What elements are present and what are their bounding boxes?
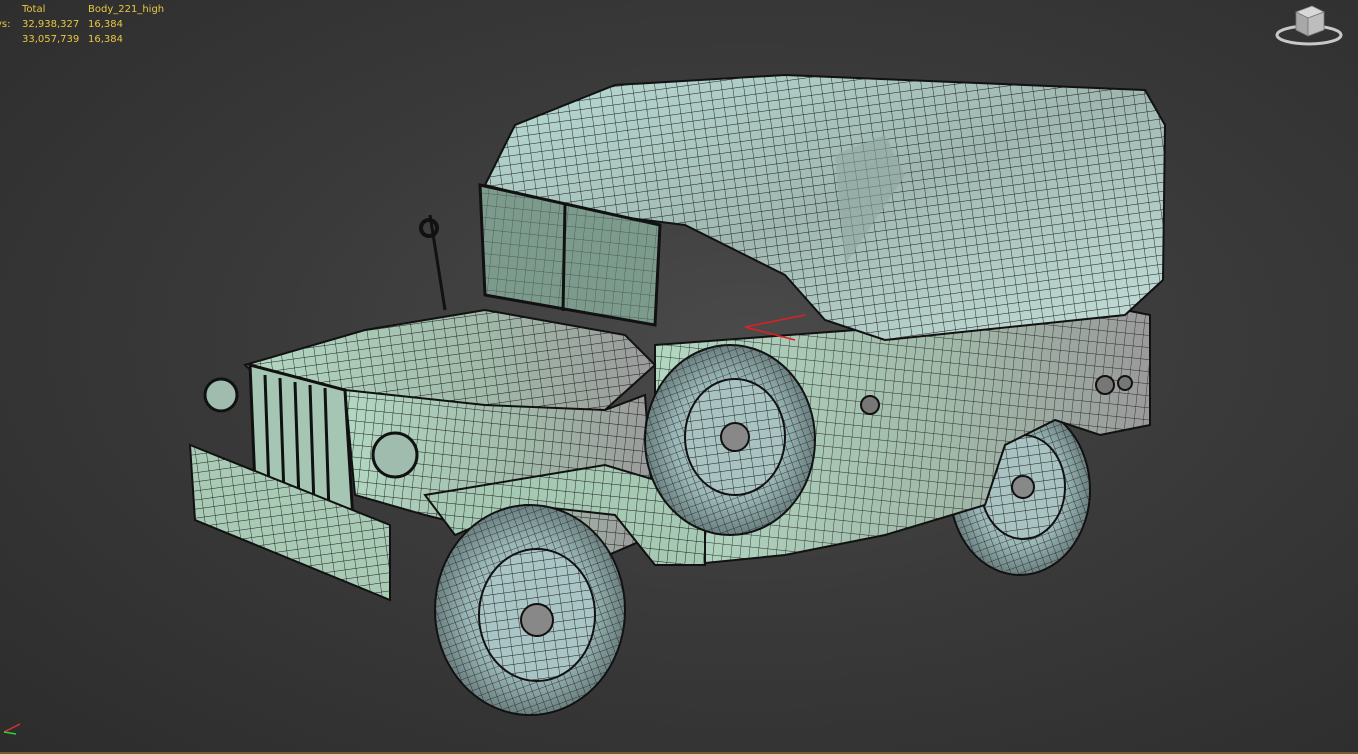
stats-total-value: 33,057,739 [22, 34, 80, 45]
stats-total-value: 32,938,327 [22, 19, 80, 30]
stats-header-total: Total [22, 4, 46, 15]
viewcube-icon[interactable] [1274, 2, 1344, 48]
truck-wireframe-model[interactable] [185, 65, 1170, 725]
stats-header-selection: Body_221_high [88, 4, 165, 15]
spare-wheel [644, 344, 816, 536]
stats-selected-value: 16,384 [88, 19, 123, 30]
stats-selected-value: 16,384 [88, 34, 123, 45]
stats-row-label: ys: [0, 19, 11, 30]
world-axis-icon [3, 723, 21, 735]
front-wheel [434, 504, 626, 716]
3d-viewport[interactable]: Total Body_221_high ys: 32,938,327 16,38… [0, 0, 1358, 754]
